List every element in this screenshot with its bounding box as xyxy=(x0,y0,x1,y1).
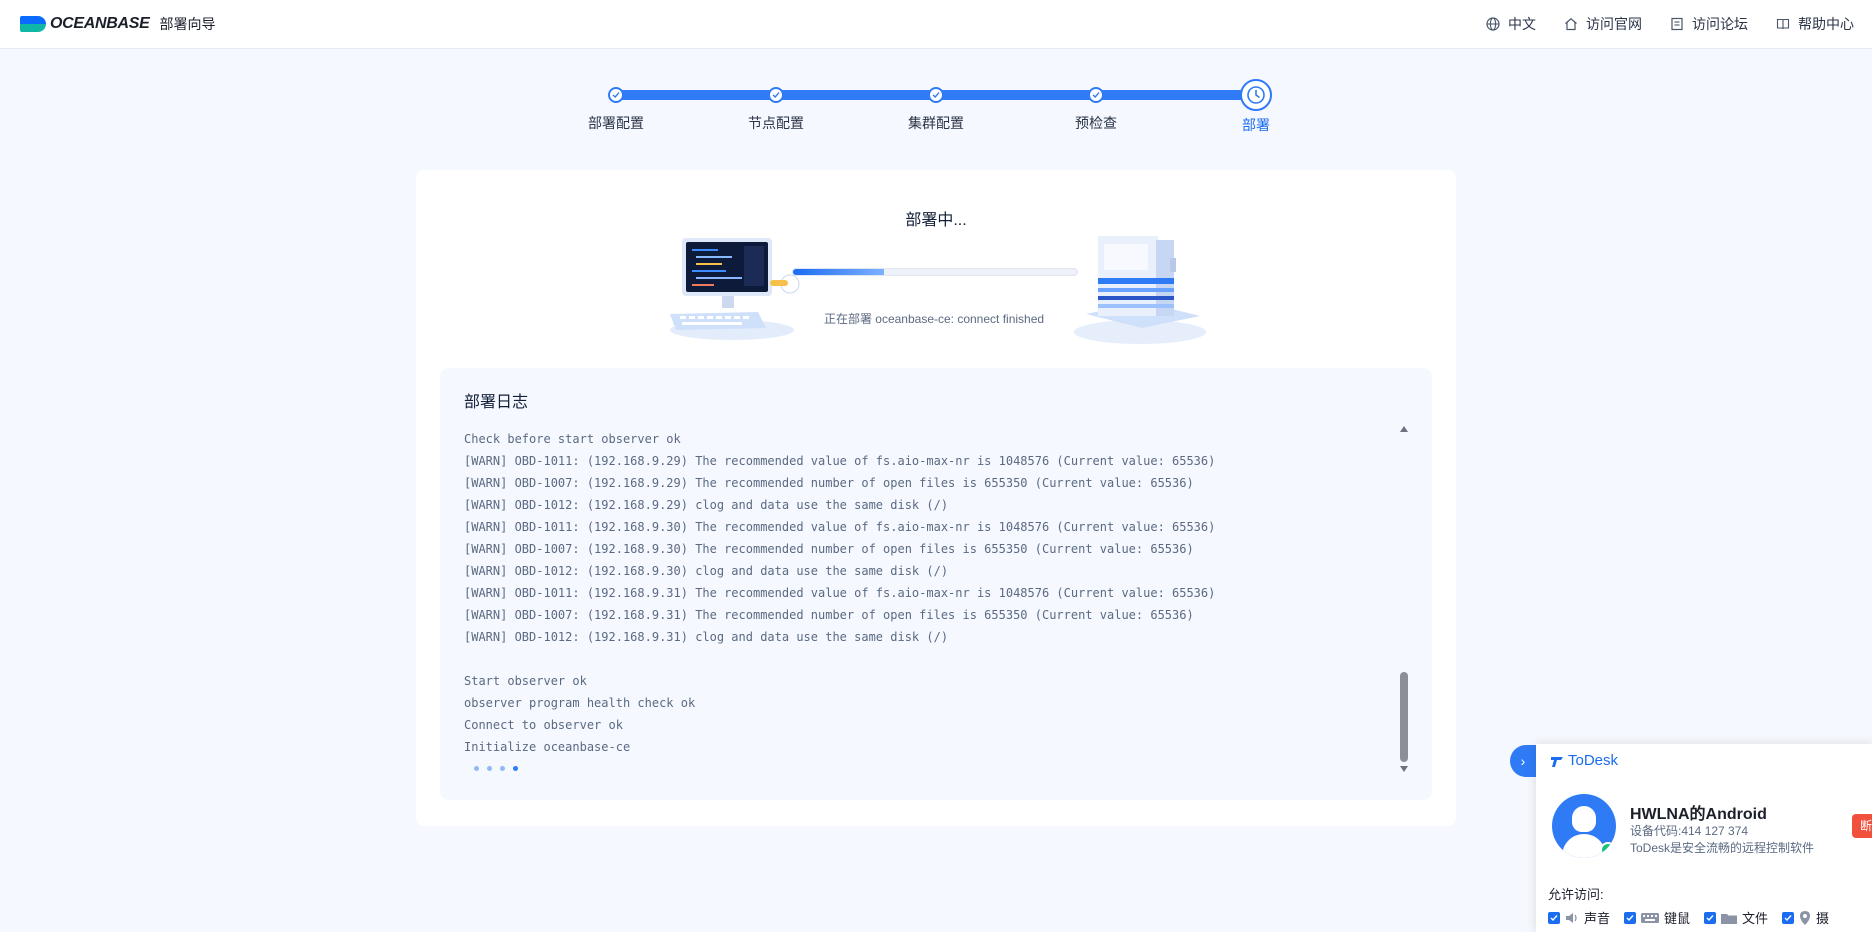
nav-language-label: 中文 xyxy=(1508,16,1536,32)
log-line: [WARN] OBD-1011: (192.168.9.31) The reco… xyxy=(464,586,1216,600)
deploy-status-title: 部署中... xyxy=(905,212,967,229)
forum-icon xyxy=(1671,17,1683,31)
todesk-logo-icon xyxy=(1551,756,1563,767)
deploy-log-title: 部署日志 xyxy=(464,394,529,411)
log-line: [WARN] OBD-1012: (192.168.9.30) clog and… xyxy=(464,564,949,578)
permission-keyboard-mouse[interactable]: 键鼠 xyxy=(1624,908,1690,927)
log-line: Check before start observer ok xyxy=(464,432,681,446)
checkbox-checked-icon[interactable] xyxy=(1624,911,1637,924)
step-deploy: 部署 xyxy=(1176,74,1336,135)
log-line: [WARN] OBD-1012: (192.168.9.31) clog and… xyxy=(464,630,949,644)
nav-forum[interactable]: 访问论坛 xyxy=(1670,14,1748,34)
deploy-card: 部署中... 正在部署 oceanbase-ce: connect finish… xyxy=(416,170,1456,826)
home-icon xyxy=(1565,18,1577,31)
loading-dot xyxy=(487,766,492,771)
step-cluster-config: 集群配置 xyxy=(856,74,1016,133)
todesk-collapse-button[interactable]: › xyxy=(1510,745,1536,777)
disconnect-button[interactable]: 断 xyxy=(1852,814,1872,838)
loading-dot xyxy=(513,766,518,771)
step-precheck: 预检查 xyxy=(1016,74,1176,133)
nav-help-center[interactable]: 帮助中心 xyxy=(1776,14,1854,34)
log-line: Start observer ok xyxy=(464,674,587,688)
todesk-panel: ToDesk HWLNA的Android 设备代码:414 127 374 To… xyxy=(1536,744,1872,932)
log-line: [WARN] OBD-1007: (192.168.9.31) The reco… xyxy=(464,608,1194,622)
loading-dot xyxy=(500,766,505,771)
step-label: 部署配置 xyxy=(588,115,644,131)
log-line: observer program health check ok xyxy=(464,696,696,710)
deploy-log-content: Check before start observer ok [WARN] OBD… xyxy=(464,428,1384,758)
loading-dot xyxy=(474,766,479,771)
log-scrollbar[interactable] xyxy=(1398,426,1410,772)
deploy-progress-fill xyxy=(793,269,884,275)
allow-access-label: 允许访问: xyxy=(1548,887,1604,902)
keyboard-icon xyxy=(1641,912,1660,923)
chevron-right-icon: › xyxy=(1520,753,1526,769)
check-icon xyxy=(1088,87,1104,103)
nav-official-site-label: 访问官网 xyxy=(1586,16,1642,32)
folder-icon xyxy=(1721,913,1738,924)
permission-sound[interactable]: 声音 xyxy=(1548,908,1610,927)
log-line: [WARN] OBD-1007: (192.168.9.30) The reco… xyxy=(464,542,1194,556)
computer-illustration-icon xyxy=(670,238,800,340)
step-label: 预检查 xyxy=(1075,115,1117,131)
globe-icon xyxy=(1486,17,1500,31)
top-header: OCEANBASE 部署向导 中文 访问官网 访问论坛 帮助中心 xyxy=(0,0,1872,49)
scroll-thumb[interactable] xyxy=(1400,672,1408,762)
log-line: Initialize oceanbase-ce xyxy=(464,740,631,754)
permission-label: 文件 xyxy=(1742,911,1769,926)
log-line: [WARN] OBD-1011: (192.168.9.29) The reco… xyxy=(464,454,1216,468)
todesk-brand: ToDesk xyxy=(1550,752,1618,769)
permission-label: 键鼠 xyxy=(1664,911,1691,926)
nav-help-center-label: 帮助中心 xyxy=(1798,16,1854,32)
checkbox-checked-icon[interactable] xyxy=(1548,911,1560,924)
logo-text: OCEANBASE xyxy=(50,15,150,32)
oceanbase-logo-icon xyxy=(20,16,46,32)
deploy-log-panel: 部署日志 Check before start observer ok [WARN… xyxy=(440,368,1432,800)
avatar xyxy=(1552,794,1616,858)
device-name: HWLNA的Android xyxy=(1630,806,1767,823)
speaker-icon xyxy=(1566,912,1577,923)
nav-forum-label: 访问论坛 xyxy=(1692,16,1748,32)
step-deploy-config: 部署配置 xyxy=(536,74,696,133)
loading-indicator xyxy=(474,766,518,771)
online-badge-icon xyxy=(1600,842,1616,858)
scroll-up-arrow-icon[interactable] xyxy=(1400,426,1408,432)
log-line: [WARN] OBD-1007: (192.168.9.29) The reco… xyxy=(464,476,1194,490)
device-code: 设备代码:414 127 374 xyxy=(1630,824,1749,838)
nav-official-site[interactable]: 访问官网 xyxy=(1564,14,1642,34)
permission-label: 摄 xyxy=(1816,911,1830,926)
deploy-progress-bar xyxy=(792,268,1078,276)
step-label: 节点配置 xyxy=(748,115,804,131)
nav-language[interactable]: 中文 xyxy=(1486,14,1536,34)
step-label: 部署 xyxy=(1242,117,1270,133)
location-icon xyxy=(1800,910,1811,925)
log-line: Connect to observer ok xyxy=(464,718,623,732)
scroll-down-arrow-icon[interactable] xyxy=(1400,766,1408,772)
log-line: [WARN] OBD-1011: (192.168.9.30) The reco… xyxy=(464,520,1216,534)
check-icon xyxy=(608,87,624,103)
deploy-progress-text: 正在部署 oceanbase-ce: connect finished xyxy=(823,312,1045,326)
todesk-description: ToDesk是安全流畅的远程控制软件 xyxy=(1630,841,1815,855)
step-indicator: 部署配置 节点配置 集群配置 预检查 部署 xyxy=(0,74,1872,144)
check-icon xyxy=(928,87,944,103)
clock-icon xyxy=(1240,79,1272,111)
oceanbase-logo[interactable]: OCEANBASE 部署向导 xyxy=(20,14,216,34)
permission-camera[interactable]: 摄 xyxy=(1782,908,1829,927)
permission-file[interactable]: 文件 xyxy=(1704,908,1768,927)
log-line: [WARN] OBD-1012: (192.168.9.29) clog and… xyxy=(464,498,949,512)
header-nav: 中文 访问官网 访问论坛 帮助中心 xyxy=(1458,0,1854,48)
app-subtitle: 部署向导 xyxy=(159,16,216,32)
book-icon xyxy=(1776,18,1790,30)
permission-label: 声音 xyxy=(1584,911,1611,926)
server-illustration-icon xyxy=(1074,236,1206,344)
checkbox-checked-icon[interactable] xyxy=(1782,911,1795,924)
checkbox-checked-icon[interactable] xyxy=(1704,911,1717,924)
check-icon xyxy=(768,87,784,103)
permission-list: 声音 键鼠 文件 摄 xyxy=(1548,908,1843,927)
todesk-brand-label: ToDesk xyxy=(1568,752,1619,769)
step-label: 集群配置 xyxy=(908,115,964,131)
step-node-config: 节点配置 xyxy=(696,74,856,133)
